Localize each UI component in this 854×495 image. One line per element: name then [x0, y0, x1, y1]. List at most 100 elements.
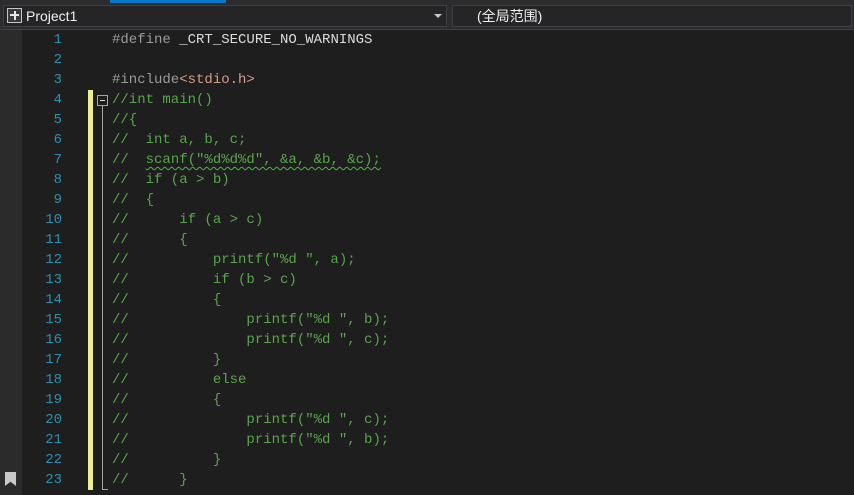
line-code: // if (b > c)	[112, 270, 297, 290]
code-token: //{	[112, 112, 138, 128]
code-line[interactable]: 16 // printf("%d ", c);	[0, 330, 854, 350]
code-token: // if (b > c)	[112, 272, 297, 288]
line-number: 23	[45, 472, 62, 488]
line-code: // else	[112, 370, 246, 390]
line-number: 7	[53, 152, 62, 168]
code-token: // if (a > c)	[112, 212, 264, 228]
chevron-down-icon[interactable]	[434, 14, 442, 18]
line-code: // if (a > b)	[112, 170, 230, 190]
line-number: 13	[45, 272, 62, 288]
code-line[interactable]: 9 // {	[0, 190, 854, 210]
code-line[interactable]: 7 // scanf("%d%d%d", &a, &b, &c);	[0, 150, 854, 170]
code-line[interactable]: 20 // printf("%d ", c);	[0, 410, 854, 430]
code-line[interactable]: 5 //{	[0, 110, 854, 130]
line-number: 12	[45, 252, 62, 268]
code-token: #define	[112, 32, 180, 48]
line-number: 17	[45, 352, 62, 368]
line-number: 5	[53, 112, 62, 128]
code-line[interactable]: 6 // int a, b, c;	[0, 130, 854, 150]
line-number: 2	[53, 52, 62, 68]
line-number: 18	[45, 372, 62, 388]
project-dropdown[interactable]: Project1	[3, 5, 447, 27]
code-editor[interactable]: 1 #define _CRT_SECURE_NO_WARNINGS 2 3 #inclu…	[0, 30, 854, 495]
project-label: Project1	[26, 8, 78, 24]
code-token: // printf("%d ", c);	[112, 332, 390, 348]
code-token: // {	[112, 232, 188, 248]
line-code: // {	[112, 290, 221, 310]
line-code: // printf("%d ", c);	[112, 410, 389, 430]
line-number: 1	[53, 32, 62, 48]
code-token: //	[112, 152, 146, 168]
code-line[interactable]: 15 // printf("%d ", b);	[0, 310, 854, 330]
code-token: // {	[112, 192, 155, 208]
line-number: 9	[53, 192, 62, 208]
line-number: 3	[53, 72, 62, 88]
scope-label: (全局范围)	[477, 8, 543, 24]
line-number: 6	[53, 132, 62, 148]
line-code: #include<stdio.h>	[112, 70, 255, 90]
code-line[interactable]: 14 // {	[0, 290, 854, 310]
line-code: // }	[112, 350, 221, 370]
warning-squiggle-token: scanf("%d%d%d", &a, &b, &c);	[145, 152, 381, 168]
code-line[interactable]: 4 //int main()	[0, 90, 854, 110]
project-icon	[7, 8, 22, 23]
code-line[interactable]: 3 #include<stdio.h>	[0, 70, 854, 90]
line-number: 14	[45, 292, 62, 308]
code-token: // printf("%d ", b);	[112, 432, 390, 448]
code-line[interactable]: 8 // if (a > b)	[0, 170, 854, 190]
code-line[interactable]: 1 #define _CRT_SECURE_NO_WARNINGS	[0, 30, 854, 50]
line-code: // {	[112, 190, 154, 210]
code-line[interactable]: 21 // printf("%d ", b);	[0, 430, 854, 450]
code-token: // int a, b, c;	[112, 132, 247, 148]
code-token: // }	[112, 352, 222, 368]
line-number: 22	[45, 452, 62, 468]
line-number: 10	[45, 212, 62, 228]
line-number: 16	[45, 332, 62, 348]
line-code: // scanf("%d%d%d", &a, &b, &c);	[112, 150, 381, 170]
code-token: // }	[112, 472, 188, 488]
line-code: #define _CRT_SECURE_NO_WARNINGS	[112, 30, 372, 50]
line-code: // printf("%d ", b);	[112, 430, 389, 450]
code-token: <stdio.h>	[179, 72, 255, 88]
line-code: //{	[112, 110, 137, 130]
code-token: // {	[112, 392, 222, 408]
code-token: // }	[112, 452, 222, 468]
navigation-bar: Project1 (全局范围)	[0, 3, 854, 30]
code-token: // if (a > b)	[112, 172, 230, 188]
code-line[interactable]: 19 // {	[0, 390, 854, 410]
code-token: #include	[112, 72, 180, 88]
code-line[interactable]: 13 // if (b > c)	[0, 270, 854, 290]
line-number: 11	[45, 232, 62, 248]
line-number: 15	[45, 312, 62, 328]
line-code: //int main()	[112, 90, 213, 110]
code-line[interactable]: 22 // }	[0, 450, 854, 470]
line-code: // {	[112, 230, 188, 250]
line-code: // {	[112, 390, 221, 410]
code-token: // {	[112, 292, 222, 308]
line-number: 19	[45, 392, 62, 408]
code-line[interactable]: 11 // {	[0, 230, 854, 250]
line-number: 8	[53, 172, 62, 188]
line-code: // int a, b, c;	[112, 130, 246, 150]
code-token: //int main()	[112, 92, 213, 108]
line-code: // printf("%d ", a);	[112, 250, 356, 270]
line-number: 21	[45, 432, 62, 448]
line-code: // }	[112, 470, 188, 490]
code-line[interactable]: 12 // printf("%d ", a);	[0, 250, 854, 270]
code-token: // printf("%d ", b);	[112, 312, 390, 328]
code-line[interactable]: 23 // }	[0, 470, 854, 490]
code-line[interactable]: 10 // if (a > c)	[0, 210, 854, 230]
line-number: 20	[45, 412, 62, 428]
code-line[interactable]: 17 // }	[0, 350, 854, 370]
scope-dropdown[interactable]: (全局范围)	[452, 5, 852, 27]
code-token: // printf("%d ", c);	[112, 412, 390, 428]
code-token: // printf("%d ", a);	[112, 252, 356, 268]
line-code: // }	[112, 450, 221, 470]
code-line[interactable]: 2	[0, 50, 854, 70]
line-number: 4	[53, 92, 62, 108]
code-token: // else	[112, 372, 247, 388]
line-code: // printf("%d ", c);	[112, 330, 389, 350]
code-token: _CRT_SECURE_NO_WARNINGS	[179, 32, 373, 48]
line-code: // printf("%d ", b);	[112, 310, 389, 330]
code-line[interactable]: 18 // else	[0, 370, 854, 390]
